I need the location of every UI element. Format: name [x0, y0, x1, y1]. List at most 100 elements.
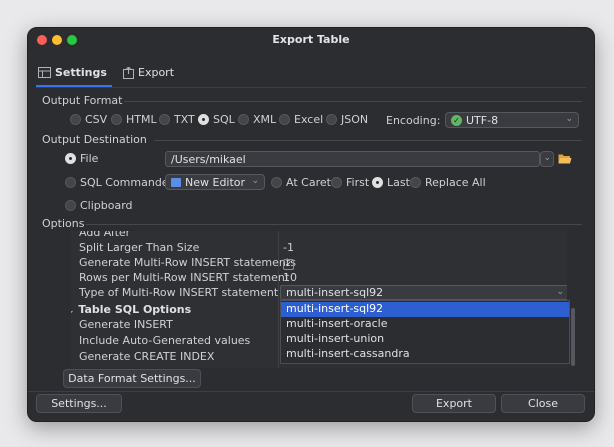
- chevron-down-icon: ⌄: [543, 153, 551, 163]
- window-title: Export Table: [272, 33, 350, 46]
- tab-settings[interactable]: Settings: [38, 66, 107, 79]
- chevron-down-icon: ⌄: [565, 114, 573, 124]
- format-xml-label: XML: [253, 113, 277, 126]
- at-caret-label: At Caret: [286, 176, 331, 189]
- format-csv-label: CSV: [85, 113, 108, 126]
- replace-all-option[interactable]: Replace All: [410, 176, 486, 189]
- output-destination-label: Output Destination: [42, 133, 147, 146]
- settings-button[interactable]: Settings...: [36, 394, 122, 413]
- radio-html[interactable]: [111, 114, 122, 125]
- file-label: File: [80, 152, 99, 165]
- settings-tab-icon: [38, 67, 51, 78]
- dropdown-option-cassandra[interactable]: multi-insert-cassandra: [281, 347, 569, 362]
- property-name: Rows per Multi-Row INSERT statement: [79, 271, 290, 284]
- export-table-dialog: Export Table Settings Export Output Form…: [27, 27, 595, 422]
- first-label: First: [346, 176, 370, 189]
- data-format-settings-button[interactable]: Data Format Settings...: [63, 369, 201, 388]
- property-row-insert-type[interactable]: Type of Multi-Row INSERT statement multi…: [71, 285, 567, 300]
- format-option-txt[interactable]: TXT: [159, 113, 195, 126]
- insert-first-option[interactable]: First: [331, 176, 369, 189]
- export-tab-icon: [123, 66, 134, 79]
- radio-sql-commander[interactable]: [65, 177, 76, 188]
- property-name: Add After: [79, 231, 131, 239]
- editor-select[interactable]: New Editor ⌄: [165, 174, 265, 190]
- chevron-down-icon[interactable]: ⌄: [71, 306, 75, 316]
- radio-first[interactable]: [331, 177, 342, 188]
- format-option-sql[interactable]: SQL: [198, 113, 235, 126]
- group-label: Table SQL Options: [78, 303, 192, 316]
- radio-xml[interactable]: [238, 114, 249, 125]
- dropdown-option-sql92[interactable]: multi-insert-sql92: [281, 302, 569, 317]
- insert-last-option[interactable]: Last: [372, 176, 410, 189]
- check-circle-icon: ✓: [451, 114, 462, 126]
- chevron-down-icon: ⌄: [556, 287, 564, 297]
- radio-at-caret[interactable]: [271, 177, 282, 188]
- radio-last-selected[interactable]: [372, 177, 383, 188]
- folder-icon[interactable]: [558, 153, 572, 164]
- property-row-multi-row-insert[interactable]: Generate Multi-Row INSERT statements ✓: [71, 255, 567, 270]
- file-path-input[interactable]: /Users/mikael: [165, 151, 540, 167]
- radio-csv[interactable]: [70, 114, 81, 125]
- property-name: Generate Multi-Row INSERT statements: [79, 256, 296, 269]
- sql-commander-label: SQL Commander: [80, 176, 174, 189]
- replace-all-label: Replace All: [425, 176, 486, 189]
- property-value[interactable]: 10: [283, 271, 297, 284]
- format-option-html[interactable]: HTML: [111, 113, 157, 126]
- tab-settings-label: Settings: [55, 66, 107, 79]
- radio-sql-selected[interactable]: [198, 114, 209, 125]
- options-label: Options: [42, 217, 85, 230]
- insert-type-value: multi-insert-sql92: [286, 286, 384, 299]
- destination-sql-commander-option[interactable]: SQL Commander: [65, 176, 173, 189]
- dropdown-option-union[interactable]: multi-insert-union: [281, 332, 569, 347]
- format-option-json[interactable]: JSON: [326, 113, 368, 126]
- output-format-label: Output Format: [42, 94, 123, 107]
- format-option-csv[interactable]: CSV: [70, 113, 107, 126]
- multi-row-insert-checkbox[interactable]: ✓: [283, 257, 294, 270]
- options-divider: [86, 224, 582, 225]
- tab-export[interactable]: Export: [123, 66, 174, 79]
- insert-at-caret-option[interactable]: At Caret: [271, 176, 331, 189]
- tab-export-label: Export: [138, 66, 175, 79]
- property-name: Generate INSERT: [79, 318, 173, 331]
- format-sql-label: SQL: [213, 113, 235, 126]
- editor-icon: [171, 177, 181, 187]
- format-option-xml[interactable]: XML: [238, 113, 276, 126]
- last-label: Last: [387, 176, 410, 189]
- radio-json[interactable]: [326, 114, 337, 125]
- file-path-dropdown-button[interactable]: ⌄: [540, 151, 554, 167]
- tab-bar: Settings Export: [28, 62, 594, 88]
- checkmark-icon: ✓: [283, 259, 294, 270]
- encoding-label: Encoding:: [386, 114, 441, 127]
- radio-excel[interactable]: [279, 114, 290, 125]
- format-option-excel[interactable]: Excel: [279, 113, 323, 126]
- radio-file-selected[interactable]: [65, 153, 76, 164]
- format-txt-label: TXT: [174, 113, 195, 126]
- property-name: Split Larger Than Size: [79, 241, 200, 254]
- property-row-split-size[interactable]: Split Larger Than Size -1: [71, 240, 567, 255]
- group-header: ⌄ Table SQL Options: [71, 303, 191, 316]
- insert-type-select[interactable]: multi-insert-sql92 ⌄: [280, 285, 567, 300]
- output-format-divider: [124, 101, 582, 102]
- radio-clipboard[interactable]: [65, 200, 76, 211]
- close-button[interactable]: Close: [501, 394, 585, 413]
- property-name: Include Auto-Generated values: [79, 334, 251, 347]
- destination-file-option[interactable]: File: [65, 152, 98, 165]
- format-json-label: JSON: [341, 113, 369, 126]
- property-value[interactable]: -1: [283, 241, 294, 254]
- title-bar: Export Table: [28, 28, 594, 52]
- property-table-scrollbar[interactable]: [571, 308, 575, 366]
- property-row-rows-per-insert[interactable]: Rows per Multi-Row INSERT statement 10: [71, 270, 567, 285]
- destination-clipboard-option[interactable]: Clipboard: [65, 199, 133, 212]
- encoding-value: UTF-8: [466, 113, 499, 127]
- radio-replace-all[interactable]: [410, 177, 421, 188]
- export-button[interactable]: Export: [412, 394, 496, 413]
- radio-txt[interactable]: [159, 114, 170, 125]
- dropdown-option-oracle[interactable]: multi-insert-oracle: [281, 317, 569, 332]
- insert-type-dropdown-list: multi-insert-sql92 multi-insert-oracle m…: [280, 300, 570, 364]
- clipboard-label: Clipboard: [80, 199, 133, 212]
- property-name: Type of Multi-Row INSERT statement: [79, 286, 279, 299]
- tabs-divider: [36, 87, 586, 88]
- encoding-select[interactable]: ✓ UTF-8 ⌄: [445, 112, 579, 128]
- property-row-add-after[interactable]: Add After: [71, 231, 567, 240]
- editor-value: New Editor: [185, 175, 246, 189]
